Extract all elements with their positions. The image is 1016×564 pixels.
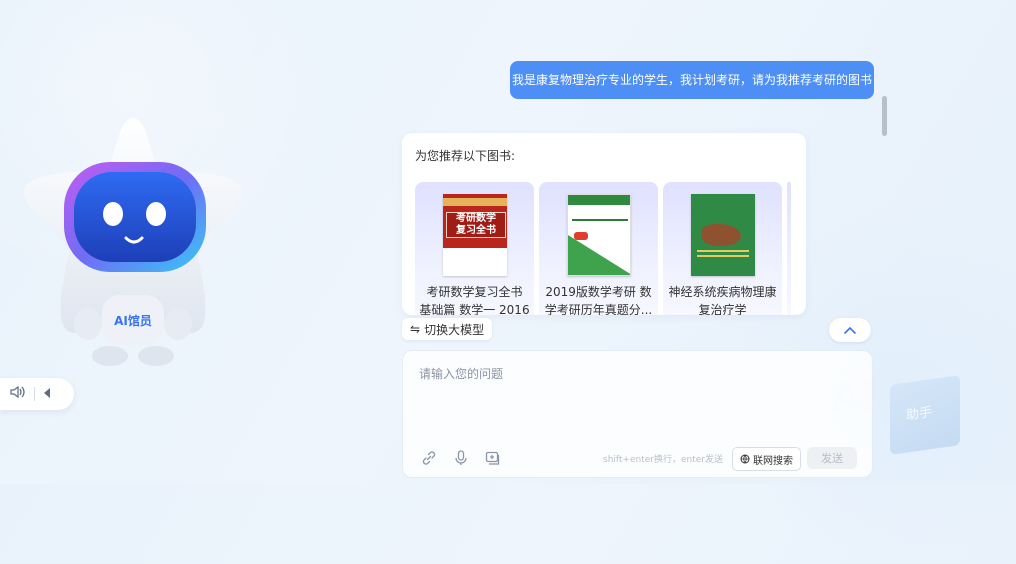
input-tools <box>420 449 502 467</box>
question-input[interactable] <box>417 363 861 427</box>
switch-model-label: 切换大模型 <box>424 322 485 337</box>
collapse-button[interactable] <box>829 318 871 342</box>
book-title: 神经系统疾病物理康复治疗学 <box>668 285 777 315</box>
send-button[interactable]: 发送 <box>807 447 857 469</box>
assistant-answer-card: 为您推荐以下图书: 考研数学 复习全书 考研数学复习全书 基础篇 数学一 2016… <box>402 133 806 315</box>
globe-icon <box>740 454 750 464</box>
book-cover <box>691 194 755 276</box>
book-title: 考研数学复习全书 基础篇 数学一 2016 <box>419 285 530 315</box>
watermark-card-text: 助手 <box>906 405 933 424</box>
book-cover: 考研数学 复习全书 <box>443 194 507 276</box>
svg-text:AI馆员: AI馆员 <box>114 313 152 328</box>
speaker-icon[interactable] <box>10 385 26 403</box>
link-icon[interactable] <box>420 449 438 467</box>
book-title: 2019版数学考研 数学考研历年真题分... <box>544 285 653 315</box>
microphone-icon[interactable] <box>452 449 470 467</box>
watermark-card: 助手 <box>890 375 960 455</box>
book-cover <box>567 194 631 276</box>
book-card[interactable]: 2019版数学考研 数学考研历年真题分... <box>539 182 658 315</box>
user-message-bubble: 我是康复物理治疗专业的学生，我计划考研，请为我推荐考研的图书 <box>510 61 874 99</box>
divider <box>34 387 35 401</box>
book-card[interactable]: 考研数学 复习全书 考研数学复习全书 基础篇 数学一 2016 <box>415 182 534 315</box>
swap-icon: ⇋ <box>410 322 421 336</box>
question-input-panel: shift+enter换行，enter发送 联网搜索 发送 <box>402 350 873 478</box>
attachment-icon[interactable] <box>484 449 502 467</box>
book-card[interactable]: 神经系统疾病物理康复治疗学 <box>663 182 782 315</box>
switch-model-button[interactable]: ⇋ 切换大模型 <box>402 318 493 340</box>
robot-mascot: AI馆员 <box>23 118 243 366</box>
voice-controls <box>0 378 74 410</box>
chat-scrollbar[interactable] <box>882 96 887 136</box>
web-search-label: 联网搜索 <box>753 455 793 467</box>
answer-intro: 为您推荐以下图书: <box>415 149 516 163</box>
chevron-up-icon <box>844 326 856 334</box>
collapse-left-icon[interactable] <box>43 387 51 402</box>
keyboard-hint: shift+enter换行，enter发送 <box>603 455 723 465</box>
book-card-partial[interactable] <box>787 182 791 315</box>
web-search-toggle[interactable]: 联网搜索 <box>732 447 801 471</box>
book-list: 考研数学 复习全书 考研数学复习全书 基础篇 数学一 2016 2019版数学考研… <box>415 182 791 315</box>
